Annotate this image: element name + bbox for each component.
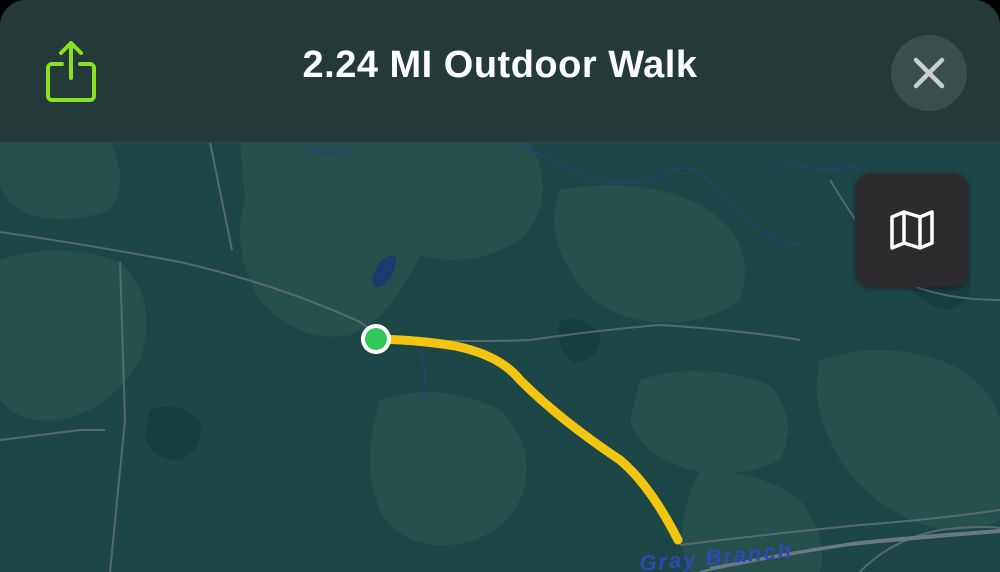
close-button[interactable]	[891, 35, 967, 111]
map-mode-button[interactable]	[855, 173, 969, 287]
header-bar: 2.24 MI Outdoor Walk	[0, 0, 1000, 143]
share-button[interactable]	[40, 36, 102, 106]
map-icon	[890, 210, 934, 250]
workout-title: 2.24 MI Outdoor Walk	[302, 44, 698, 86]
route-map[interactable]: Gray Branch	[0, 142, 1000, 572]
share-icon	[46, 41, 96, 102]
workout-map-screen: 2.24 MI Outdoor Walk Gray Branch	[0, 0, 1000, 572]
close-icon	[913, 57, 945, 89]
